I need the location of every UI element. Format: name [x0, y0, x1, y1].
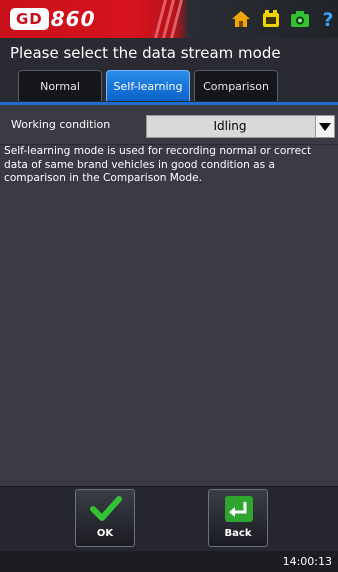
decorative-stripes	[154, 0, 183, 38]
back-button[interactable]: Back	[208, 489, 268, 547]
clock-time: 14:00:13	[282, 555, 332, 568]
bottom-toolbar: OK Back	[0, 486, 338, 551]
help-icon[interactable]: ?	[318, 9, 338, 29]
ok-button[interactable]: OK	[75, 489, 135, 547]
tab-self-learning[interactable]: Self-learning	[106, 70, 190, 101]
brand-logo: GD 860	[10, 7, 96, 31]
svg-text:?: ?	[322, 9, 333, 29]
working-condition-row: Working condition Idling	[0, 106, 338, 145]
home-icon[interactable]	[231, 9, 251, 29]
chevron-down-icon[interactable]	[315, 116, 334, 137]
tab-normal[interactable]: Normal	[18, 70, 102, 101]
logo-prefix: GD	[10, 8, 49, 30]
page-title: Please select the data stream mode	[10, 44, 281, 62]
tab-comparison[interactable]: Comparison	[194, 70, 278, 101]
checkmark-icon	[90, 496, 122, 521]
working-condition-value: Idling	[213, 119, 247, 133]
swap-icon[interactable]	[261, 9, 281, 29]
mode-description: Self-learning mode is used for recording…	[4, 145, 312, 184]
back-button-label: Back	[224, 528, 252, 539]
status-bar: 14:00:13	[0, 551, 338, 572]
mode-header: Please select the data stream mode Norma…	[0, 38, 338, 104]
tab-underline	[0, 102, 338, 105]
top-bar: GD 860 ?	[0, 0, 338, 38]
camera-icon[interactable]	[290, 9, 310, 29]
ok-button-label: OK	[96, 528, 114, 539]
working-condition-label: Working condition	[11, 118, 111, 131]
working-condition-select[interactable]: Idling	[146, 115, 335, 138]
logo-number: 860	[50, 7, 96, 31]
back-arrow-icon	[225, 496, 253, 522]
